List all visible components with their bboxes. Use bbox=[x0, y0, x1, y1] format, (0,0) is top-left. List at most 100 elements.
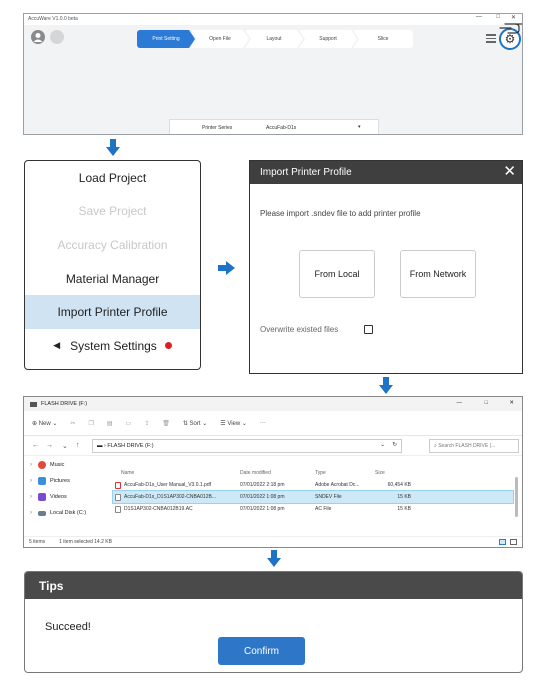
close-button[interactable]: ✕ bbox=[509, 400, 514, 406]
sidebar-item-pictures[interactable]: › Pictures bbox=[24, 473, 106, 489]
maximize-button[interactable]: □ bbox=[496, 14, 500, 20]
list-icon[interactable] bbox=[486, 34, 496, 43]
tab-print-setting[interactable]: Print Setting bbox=[137, 30, 195, 48]
menu-item-system-settings[interactable]: ◀ System Settings bbox=[25, 329, 200, 363]
tab-open-file[interactable]: Open File bbox=[191, 30, 249, 48]
view-button[interactable]: ☰ View ⌄ bbox=[220, 420, 247, 427]
settings-menu: Load Project Save Project Accuracy Calib… bbox=[24, 160, 201, 370]
table-row[interactable]: AccuFab-D1s_User Manual_V3.0.1.pdf 07/01… bbox=[113, 479, 513, 491]
column-header-name[interactable]: Name bbox=[113, 470, 238, 476]
view-label: View bbox=[227, 420, 241, 427]
menu-item-load-project[interactable]: Load Project bbox=[25, 161, 200, 195]
minimize-button[interactable]: — bbox=[476, 14, 482, 20]
flow-arrow-down-icon bbox=[379, 377, 393, 395]
file-icon bbox=[115, 505, 121, 513]
tab-layout[interactable]: Layout bbox=[245, 30, 303, 48]
scrollbar[interactable] bbox=[515, 477, 518, 517]
column-header-date[interactable]: Date modified bbox=[238, 470, 313, 476]
tiles-view-icon[interactable] bbox=[510, 539, 517, 545]
flow-arrow-right-icon bbox=[218, 261, 236, 275]
maximize-button[interactable]: □ bbox=[485, 400, 488, 406]
drive-icon: ▬ › bbox=[97, 443, 108, 449]
file-size: 15 KB bbox=[397, 506, 411, 512]
overwrite-checkbox[interactable] bbox=[364, 325, 373, 334]
menu-item-import-printer-profile[interactable]: Import Printer Profile bbox=[25, 295, 200, 329]
column-header-size[interactable]: Size bbox=[375, 470, 413, 476]
file-name: AccuFab-D1s_User Manual_V3.0.1.pdf bbox=[124, 482, 211, 488]
chevron-down-icon[interactable]: ⌄ bbox=[62, 442, 68, 450]
table-row[interactable]: D1S1AP302-CNBA012B19.AC 07/01/2022 1:08 … bbox=[113, 503, 513, 515]
file-explorer-window: FLASH DRIVE (F:) — □ ✕ ⊕ New ⌄ ✂ ❐ ▤ ▭ ⇪… bbox=[23, 396, 523, 548]
paste-icon[interactable]: ▤ bbox=[107, 420, 113, 427]
close-icon[interactable]: ✕ bbox=[503, 164, 516, 180]
menu-item-label: Accuracy Calibration bbox=[57, 237, 168, 252]
file-list-header: Name Date modified Type Size bbox=[113, 466, 513, 479]
printer-series-label: Printer Series bbox=[202, 125, 233, 131]
file-name: AccuFab-D1s_D1S1AP302-CNBA012B... bbox=[124, 494, 216, 500]
back-arrow-icon[interactable]: ← bbox=[32, 442, 39, 449]
sidebar-item-videos[interactable]: › Videos bbox=[24, 489, 106, 505]
chevron-down-icon[interactable]: ▾ bbox=[358, 124, 361, 130]
from-network-button[interactable]: From Network bbox=[400, 250, 476, 298]
sidebar-item-local-disk[interactable]: › Local Disk (C:) bbox=[24, 505, 106, 521]
cloud-icon[interactable] bbox=[50, 30, 64, 44]
app-title: AccuWare V1.0.0 beta bbox=[28, 16, 78, 22]
file-type: SNDEV File bbox=[315, 494, 342, 500]
new-button[interactable]: ⊕ New ⌄ bbox=[32, 420, 57, 427]
from-local-button[interactable]: From Local bbox=[299, 250, 375, 298]
forward-arrow-icon[interactable]: → bbox=[46, 442, 53, 449]
sidebar-item-label: Local Disk (C:) bbox=[50, 510, 87, 516]
menu-item-save-project: Save Project bbox=[25, 195, 200, 229]
search-input[interactable]: ⌕ Search FLASH DRIVE (... bbox=[429, 439, 519, 453]
search-placeholder: Search FLASH DRIVE (... bbox=[438, 443, 496, 449]
explorer-title: FLASH DRIVE (F:) bbox=[41, 401, 88, 407]
share-icon[interactable]: ⇪ bbox=[144, 420, 149, 427]
app-titlebar: AccuWare V1.0.0 beta — □ ✕ bbox=[24, 14, 522, 25]
dialog-title: Import Printer Profile bbox=[260, 167, 352, 178]
music-icon bbox=[38, 461, 46, 469]
tips-title: Tips bbox=[39, 578, 64, 593]
table-row[interactable]: AccuFab-D1s_D1S1AP302-CNBA012B... 07/01/… bbox=[112, 490, 514, 504]
delete-icon[interactable]: 🗑 bbox=[162, 420, 170, 427]
tab-slice[interactable]: Slice bbox=[353, 30, 413, 48]
tips-dialog: Tips Succeed! Confirm bbox=[24, 571, 523, 673]
menu-item-label: Material Manager bbox=[65, 271, 160, 286]
new-label: New bbox=[38, 420, 51, 427]
printer-series-select[interactable]: AccuFab-D1s bbox=[266, 125, 296, 131]
user-avatar-icon[interactable] bbox=[31, 30, 45, 44]
dialog-instruction: Please import .sndev file to add printer… bbox=[260, 209, 421, 218]
printer-series-bar: Printer Series AccuFab-D1s ▾ bbox=[169, 119, 379, 134]
tips-header: Tips bbox=[25, 572, 522, 599]
tab-support[interactable]: Support bbox=[299, 30, 357, 48]
more-button[interactable]: ··· bbox=[260, 420, 266, 426]
up-arrow-icon[interactable]: ↑ bbox=[76, 442, 80, 449]
copy-icon[interactable]: ❐ bbox=[88, 420, 93, 427]
chevron-down-icon[interactable]: ⌄ bbox=[380, 442, 385, 448]
refresh-icon[interactable]: ↻ bbox=[392, 442, 397, 448]
details-view-icon[interactable] bbox=[499, 539, 506, 545]
explorer-toolbar: ⊕ New ⌄ ✂ ❐ ▤ ▭ ⇪ 🗑 ⇅ Sort ⌄ ☰ View ⌄ ··… bbox=[24, 411, 522, 436]
sort-button[interactable]: ⇅ Sort ⌄ bbox=[183, 420, 207, 427]
confirm-button[interactable]: Confirm bbox=[218, 637, 305, 665]
file-type: AC File bbox=[315, 506, 332, 512]
overwrite-label: Overwrite existed files bbox=[260, 325, 339, 334]
cut-icon[interactable]: ✂ bbox=[70, 420, 75, 427]
rename-icon[interactable]: ▭ bbox=[126, 420, 132, 427]
minimize-button[interactable]: — bbox=[457, 400, 463, 406]
file-icon bbox=[115, 493, 121, 501]
address-bar[interactable]: ▬ › FLASH DRIVE (F:) ⌄ ↻ bbox=[92, 439, 402, 453]
file-size: 60,454 KB bbox=[387, 482, 411, 488]
menu-item-material-manager[interactable]: Material Manager bbox=[25, 262, 200, 296]
address-row: ← → ⌄ ↑ ▬ › FLASH DRIVE (F:) ⌄ ↻ ⌕ Searc… bbox=[24, 436, 522, 456]
close-button[interactable]: ✕ bbox=[511, 14, 516, 21]
tips-message: Succeed! bbox=[45, 621, 91, 633]
workflow-tabs: Print Setting Open File Layout Support S… bbox=[137, 30, 413, 48]
pointing-hand-icon bbox=[499, 23, 522, 34]
column-header-type[interactable]: Type bbox=[313, 470, 375, 476]
file-date: 07/01/2022 1:08 pm bbox=[240, 494, 285, 500]
explorer-sidebar: › Music › Pictures › Videos › Local Disk (C:… bbox=[24, 457, 106, 537]
videos-icon bbox=[38, 493, 46, 501]
menu-item-accuracy-calibration: Accuracy Calibration bbox=[25, 228, 200, 262]
sidebar-item-music[interactable]: › Music bbox=[24, 457, 106, 473]
expand-left-icon: ◀ bbox=[53, 340, 61, 351]
